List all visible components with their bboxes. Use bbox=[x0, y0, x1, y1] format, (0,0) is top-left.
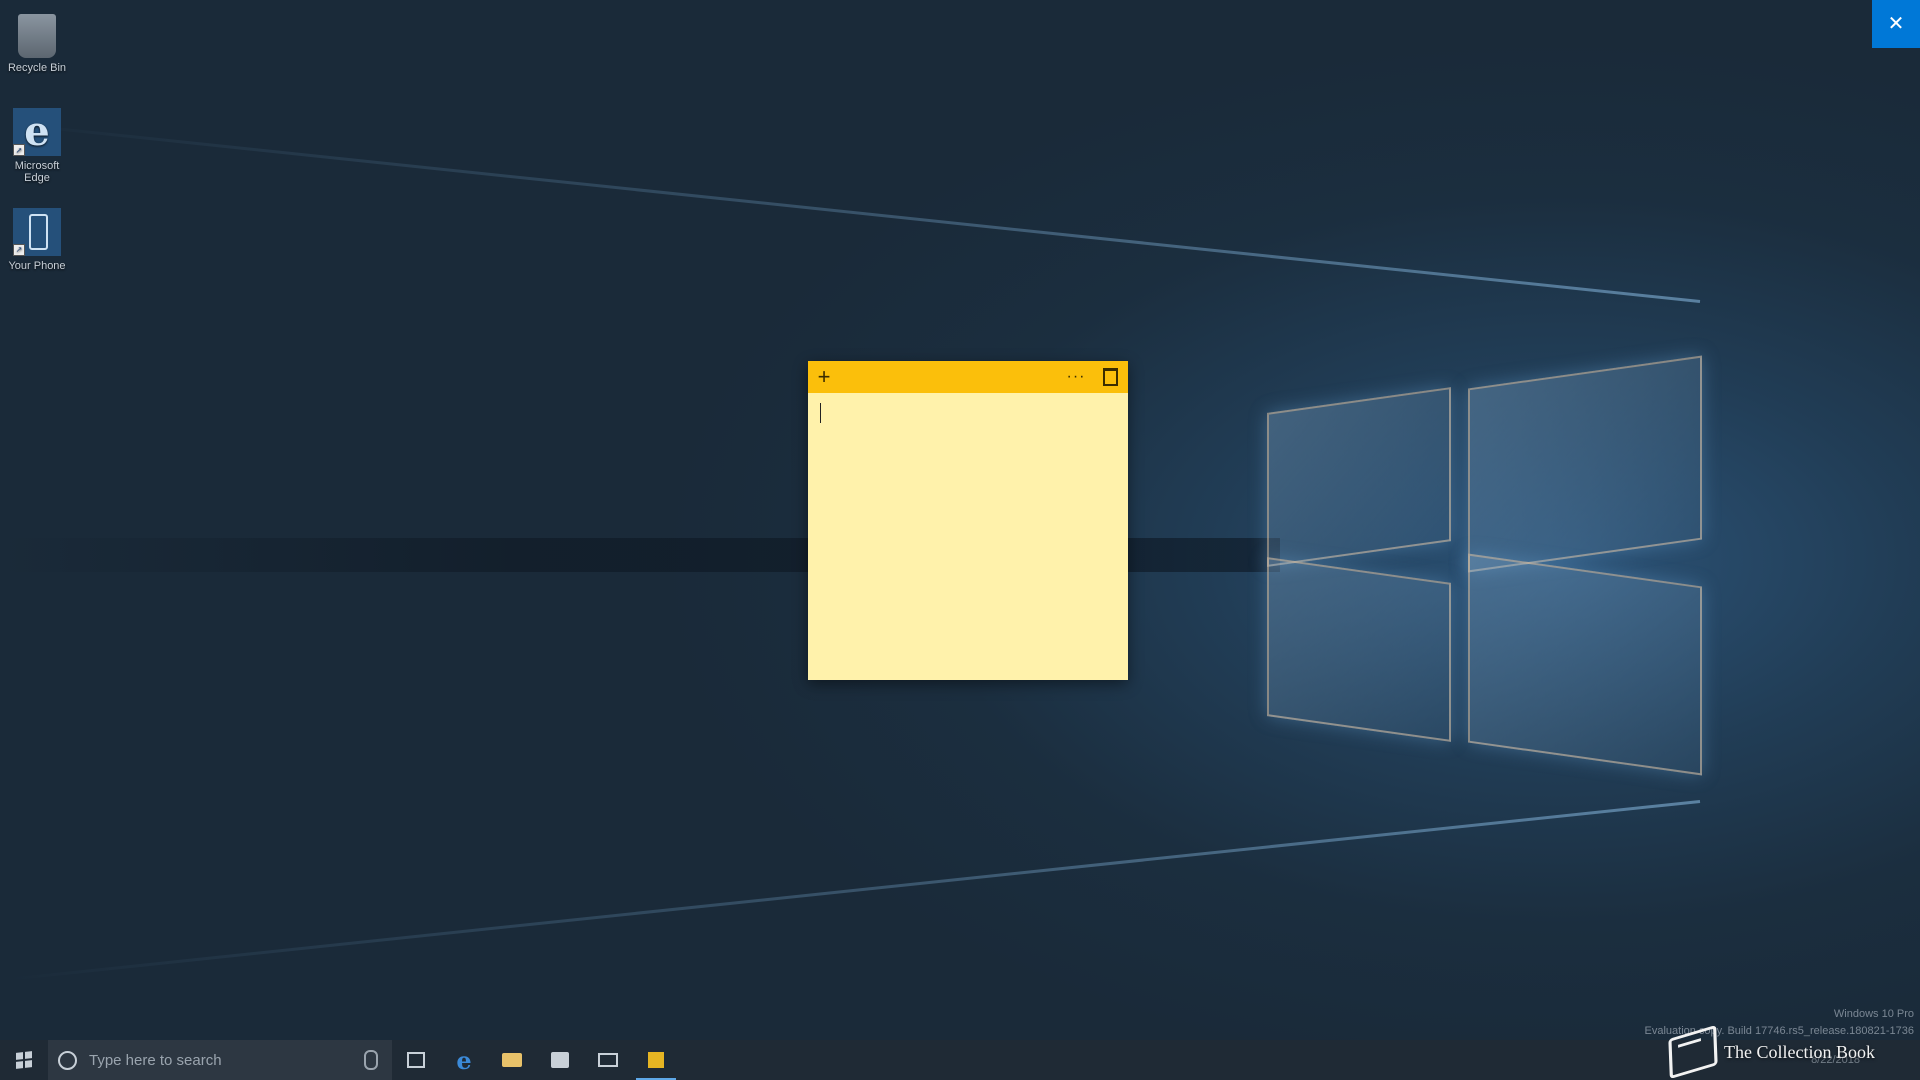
task-view-icon bbox=[407, 1052, 425, 1068]
brand-name: The Collection Book bbox=[1724, 1041, 1875, 1062]
wallpaper-light-beam bbox=[9, 122, 1701, 303]
text-caret bbox=[820, 403, 821, 423]
sticky-notes-icon bbox=[648, 1052, 664, 1068]
desktop-icon-label: Your Phone bbox=[8, 260, 66, 272]
wallpaper-light-beam bbox=[9, 800, 1701, 981]
taskbar-search-box[interactable]: Type here to search bbox=[48, 1040, 392, 1080]
book-icon bbox=[1668, 1024, 1718, 1080]
microphone-icon[interactable] bbox=[364, 1050, 378, 1070]
close-icon: ✕ bbox=[1887, 13, 1905, 35]
windows-start-icon bbox=[16, 1051, 32, 1069]
desktop-icon-label: Recycle Bin bbox=[7, 62, 67, 74]
trash-icon bbox=[1102, 368, 1118, 387]
search-placeholder: Type here to search bbox=[89, 1051, 222, 1069]
desktop-icon-recycle-bin[interactable]: Recycle Bin bbox=[4, 8, 70, 74]
close-button[interactable]: ✕ bbox=[1872, 0, 1920, 48]
menu-button[interactable]: ··· bbox=[1060, 361, 1092, 393]
sticky-note-toolbar[interactable]: + ··· bbox=[808, 361, 1128, 393]
shortcut-arrow-icon: ↗ bbox=[13, 144, 25, 156]
start-button[interactable] bbox=[0, 1040, 48, 1080]
windows-logo-wallpaper bbox=[1240, 330, 1720, 790]
note-text-area[interactable] bbox=[808, 393, 1128, 680]
phone-icon: ↗ bbox=[13, 208, 61, 256]
more-icon: ··· bbox=[1066, 368, 1086, 385]
sticky-note-window: + ··· bbox=[808, 361, 1128, 680]
taskbar-file-explorer[interactable] bbox=[488, 1040, 536, 1080]
desktop-icon-your-phone[interactable]: ↗ Your Phone bbox=[4, 208, 70, 272]
taskbar-sticky-notes[interactable] bbox=[632, 1040, 680, 1080]
mail-icon bbox=[598, 1053, 618, 1067]
desktop-icon-label: Microsoft Edge bbox=[14, 160, 60, 184]
desktop-icon-microsoft-edge[interactable]: e ↗ Microsoft Edge bbox=[4, 108, 70, 184]
logo-pane bbox=[1267, 557, 1451, 742]
edge-icon: e ↗ bbox=[13, 108, 61, 156]
edge-icon: e bbox=[456, 1045, 472, 1075]
taskbar-mail[interactable] bbox=[584, 1040, 632, 1080]
store-icon bbox=[551, 1052, 569, 1068]
taskbar-store[interactable] bbox=[536, 1040, 584, 1080]
taskbar-task-view[interactable] bbox=[392, 1040, 440, 1080]
plus-icon: + bbox=[817, 364, 831, 389]
logo-pane bbox=[1468, 355, 1702, 573]
recycle-bin-icon bbox=[18, 14, 56, 58]
delete-note-button[interactable] bbox=[1094, 361, 1126, 393]
logo-pane bbox=[1468, 553, 1702, 776]
new-note-button[interactable]: + bbox=[808, 361, 840, 393]
logo-pane bbox=[1267, 387, 1451, 567]
folder-icon bbox=[502, 1053, 522, 1067]
taskbar-edge[interactable]: e bbox=[440, 1040, 488, 1080]
edition-text: Windows 10 Pro bbox=[1833, 1008, 1914, 1020]
shortcut-arrow-icon: ↗ bbox=[13, 244, 25, 256]
brand-watermark: The Collection Book bbox=[1668, 1024, 1910, 1080]
taskbar: Type here to search e 8/22/2018 bbox=[0, 1040, 1920, 1080]
cortana-icon bbox=[58, 1050, 77, 1070]
